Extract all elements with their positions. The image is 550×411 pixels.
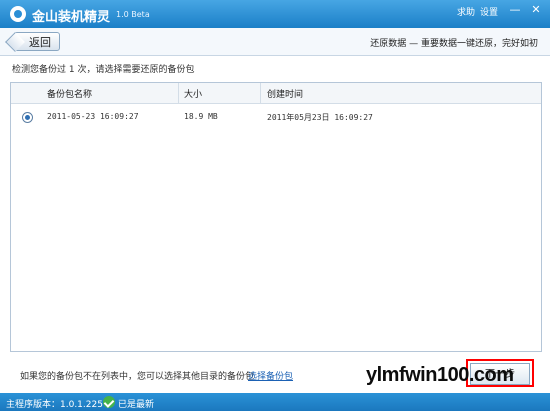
table-header: 备份包名称 大小 创建时间 xyxy=(11,83,541,104)
backup-table: 备份包名称 大小 创建时间 2011-05-23 16:09:27 18.9 M… xyxy=(10,82,542,352)
table-row[interactable]: 2011-05-23 16:09:27 18.9 MB 2011年05月23日 … xyxy=(11,103,541,131)
app-title: 金山装机精灵 xyxy=(32,10,111,25)
col-header-created: 创建时间 xyxy=(267,90,304,100)
sub-header: 返回 还原数据 — 重要数据一键还原，完好如初 xyxy=(0,28,550,56)
col-divider xyxy=(260,83,261,103)
cell-created: 2011年05月23日 16:09:27 xyxy=(267,113,373,122)
close-icon[interactable]: ✕ xyxy=(529,3,543,17)
check-icon xyxy=(103,396,115,408)
cell-size: 18.9 MB xyxy=(184,112,218,121)
app-version: 1.0 Beta xyxy=(116,10,150,19)
col-header-size: 大小 xyxy=(184,90,203,100)
choose-backup-link[interactable]: 选择备份包 xyxy=(248,369,293,382)
backup-count-hint: 检测您备份过 1 次，请选择需要还原的备份包 xyxy=(12,65,195,75)
update-status: 已是最新 xyxy=(118,400,155,410)
cell-backup-name: 2011-05-23 16:09:27 xyxy=(47,112,139,121)
not-found-note: 如果您的备份包不在列表中，您可以选择其他目录的备份包 xyxy=(20,372,255,382)
col-divider xyxy=(178,83,179,103)
back-button-label: 返回 xyxy=(29,36,51,49)
col-header-name: 备份包名称 xyxy=(47,90,93,100)
minimize-icon[interactable]: — xyxy=(508,3,522,17)
status-bar: 主程序版本：1.0.1.225 已是最新 xyxy=(0,393,550,411)
app-window: 金山装机精灵 1.0 Beta 求助 设置 — ✕ 返回 还原数据 — 重要数据… xyxy=(0,0,550,411)
back-button[interactable]: 返回 xyxy=(14,32,60,51)
row-select-radio[interactable] xyxy=(22,112,33,123)
help-link[interactable]: 求助 xyxy=(457,5,475,18)
app-logo-icon xyxy=(10,6,26,22)
breadcrumb: 还原数据 — 重要数据一键还原，完好如初 xyxy=(370,39,538,49)
title-bar: 金山装机精灵 1.0 Beta 求助 设置 — ✕ xyxy=(0,0,550,28)
watermark-text: ylmfwin100.com xyxy=(366,364,514,386)
settings-link[interactable]: 设置 xyxy=(480,5,498,18)
main-content: 检测您备份过 1 次，请选择需要还原的备份包 备份包名称 大小 创建时间 201… xyxy=(0,56,550,393)
program-version: 主程序版本：1.0.1.225 xyxy=(6,400,103,410)
